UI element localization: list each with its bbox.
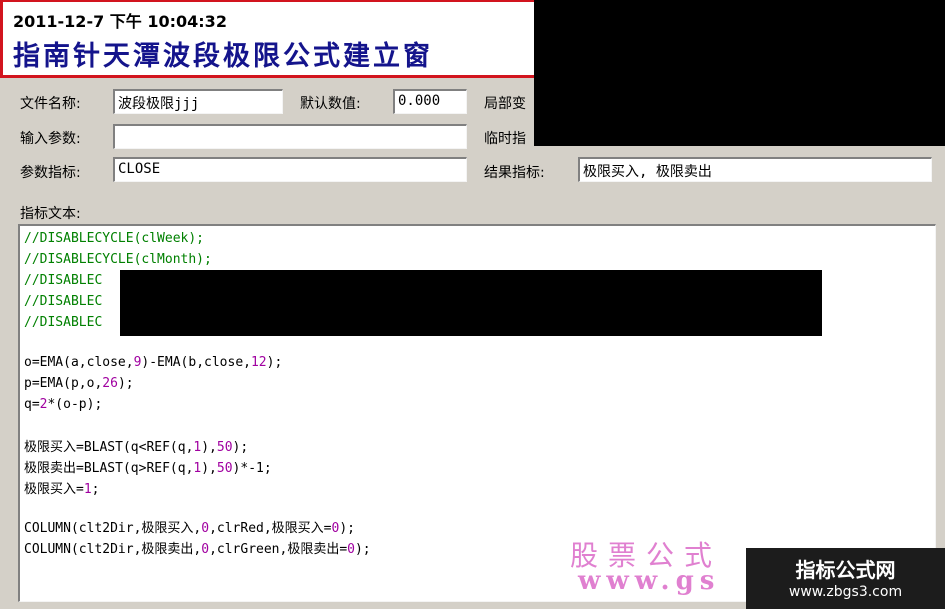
file-name-field[interactable]: 波段极限jjj	[113, 89, 283, 114]
param-indicator-label: 参数指标:	[20, 165, 81, 181]
param-indicator-field[interactable]: CLOSE	[113, 157, 467, 182]
result-indicator-label: 结果指标:	[484, 165, 545, 181]
window-title: 指南针天潭波段极限公式建立窗	[13, 41, 433, 72]
watermark-url: www.gs	[578, 566, 721, 596]
site-badge: 指标公式网 www.zbgs3.com	[746, 548, 945, 609]
code-line: COLUMN(clt2Dir,极限买入,0,clrRed,极限买入=0);	[24, 521, 355, 536]
code-line: 极限买入=BLAST(q<REF(q,1),50);	[24, 440, 249, 455]
badge-url: www.zbgs3.com	[788, 584, 903, 600]
code-line: //DISABLEC	[24, 273, 103, 288]
input-params-label: 输入参数:	[20, 131, 81, 147]
code-line: q=2*(o-p);	[24, 397, 103, 412]
file-name-label: 文件名称:	[20, 96, 81, 112]
result-indicator-field[interactable]: 极限买入, 极限卖出	[578, 157, 932, 182]
code-line: p=EMA(p,o,26);	[24, 376, 134, 391]
code-line: //DISABLEC	[24, 315, 103, 330]
input-params-field[interactable]	[113, 124, 467, 149]
code-line: //DISABLECYCLE(clMonth);	[24, 252, 212, 267]
code-line: o=EMA(a,close,9)-EMA(b,close,12);	[24, 355, 283, 370]
temp-indicator-label: 临时指	[484, 131, 526, 147]
default-value-label: 默认数值:	[300, 96, 361, 112]
local-variable-label: 局部变	[484, 96, 526, 112]
default-value-field[interactable]: 0.000	[393, 89, 467, 114]
code-line: //DISABLECYCLE(clWeek);	[24, 231, 205, 246]
timestamp: 2011-12-7 下午 10:04:32	[13, 12, 227, 31]
code-line: 极限卖出=BLAST(q>REF(q,1),50)*-1;	[24, 461, 272, 476]
indicator-text-label: 指标文本:	[20, 206, 81, 222]
redaction-top-right	[534, 0, 945, 146]
code-line: COLUMN(clt2Dir,极限卖出,0,clrGreen,极限卖出=0);	[24, 542, 371, 557]
redaction-code	[120, 270, 822, 336]
badge-title: 指标公式网	[795, 558, 896, 582]
code-line: //DISABLEC	[24, 294, 103, 309]
code-line: 极限买入=1;	[24, 482, 100, 497]
caption-box: 2011-12-7 下午 10:04:32 指南针天潭波段极限公式建立窗	[0, 0, 545, 78]
